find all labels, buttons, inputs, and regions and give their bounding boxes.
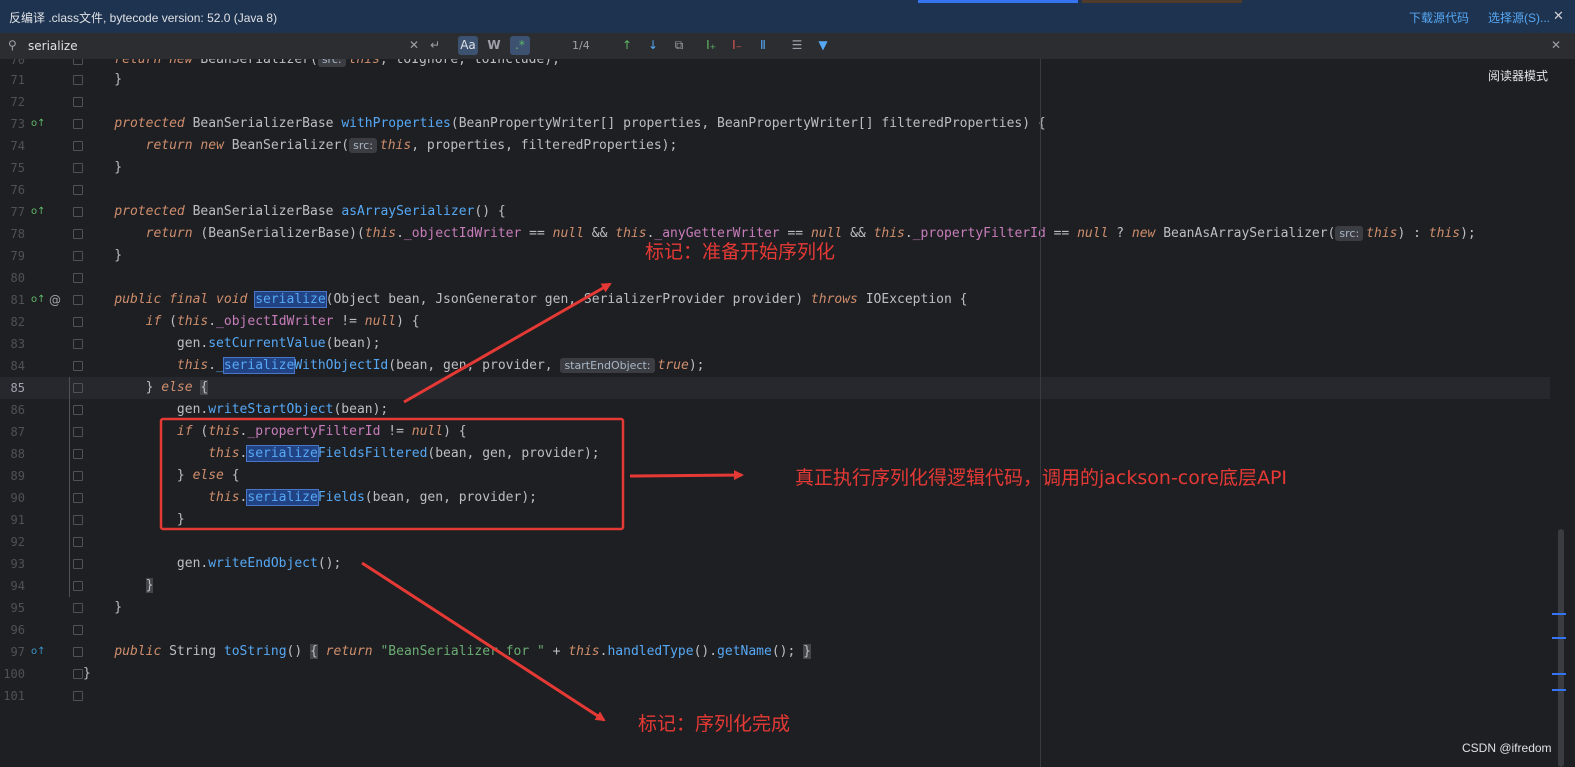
arrow-start [403, 282, 612, 404]
arrow-end [361, 561, 606, 722]
highlight-box [159, 417, 625, 531]
annotation-logic: 真正执行序列化得逻辑代码，调用的jackson-core底层API [795, 467, 1288, 489]
annotation-overlay [159, 282, 744, 722]
annotation-start: 标记：准备开始序列化 [645, 241, 836, 263]
arrow-logic [629, 470, 744, 481]
watermark: CSDN @ifredom [1462, 741, 1552, 755]
annotation-end: 标记：序列化完成 [638, 713, 791, 735]
